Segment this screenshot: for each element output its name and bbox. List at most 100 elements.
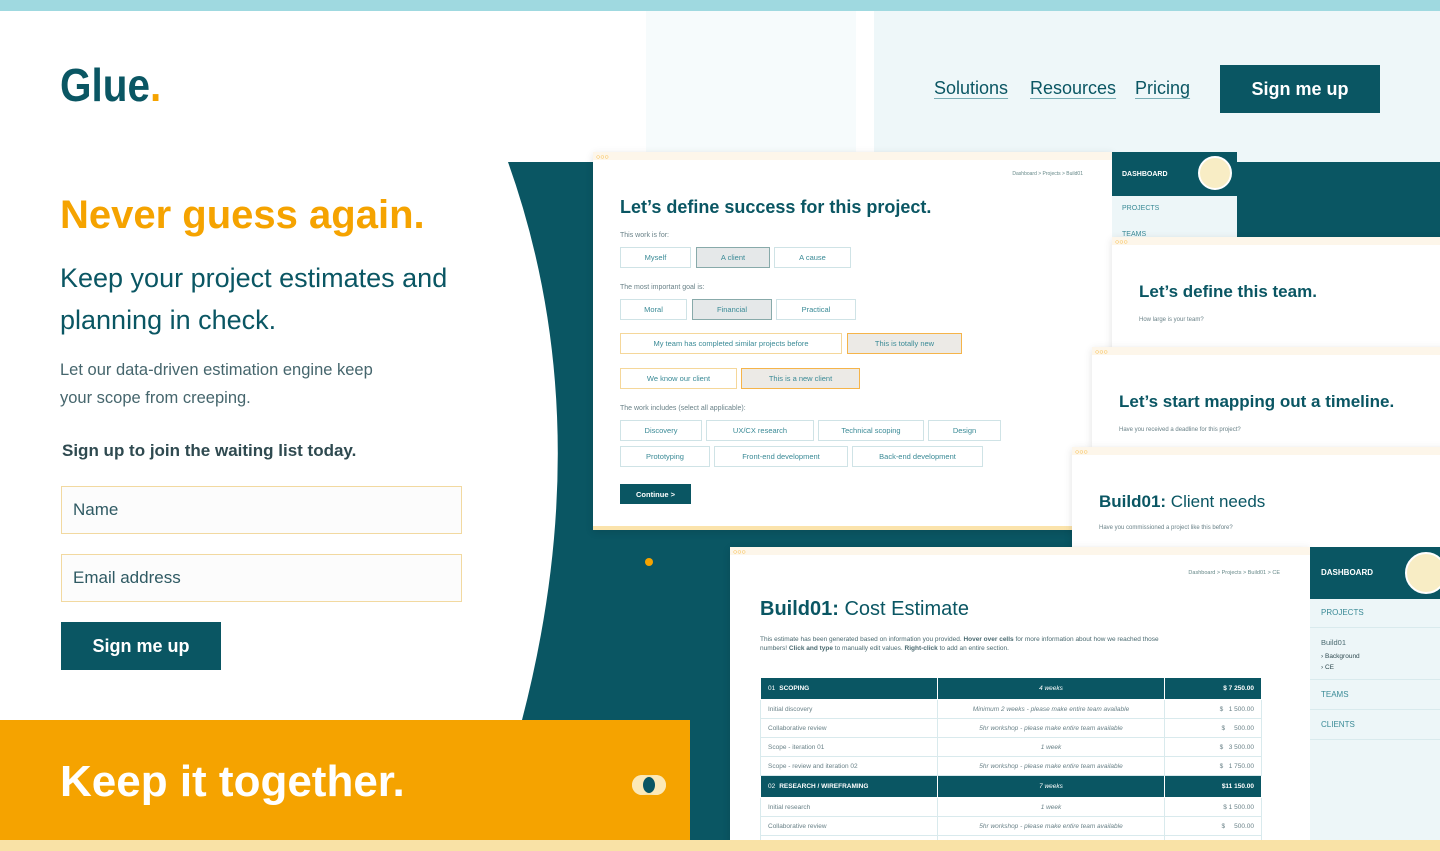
window-bar <box>1112 237 1440 245</box>
sidebar-subitem[interactable]: › CE <box>1321 664 1334 671</box>
decorative-dot <box>645 558 653 566</box>
desc-text: to manually edit values. <box>832 645 905 652</box>
duration-cell[interactable]: 7 weeks <box>937 775 1165 798</box>
cost-cell[interactable]: $11 150.00 <box>1164 775 1262 798</box>
continue-button[interactable]: Continue > <box>620 484 691 504</box>
question-label: The work includes (select all applicable… <box>620 405 746 412</box>
option-button[interactable]: Back-end development <box>852 446 983 467</box>
duration-cell[interactable]: Minimum 2 weeks - please make entire tea… <box>937 699 1165 719</box>
window-dots-icon: ○○○ <box>1115 239 1128 246</box>
logo[interactable]: Glue. <box>60 58 161 112</box>
option-button[interactable]: Prototyping <box>620 446 710 467</box>
logo-text: Glue <box>60 59 150 111</box>
section-number: 01 <box>768 685 776 692</box>
task-cell[interactable]: Initial discovery <box>760 699 938 719</box>
cost-cell[interactable]: $ 3 500.00 <box>1164 737 1262 757</box>
dashboard-sidebar-mockup: DASHBOARD PROJECTS TEAMS <box>1112 152 1237 246</box>
sidebar-subitem-label: Background <box>1324 653 1360 660</box>
breadcrumb: Dashboard > Projects > Build01 > CE <box>1188 570 1280 576</box>
table-row[interactable]: Scope - iteration 01 1 week $ 3 500.00 <box>760 737 1262 757</box>
option-button[interactable]: My team has completed similar projects b… <box>620 333 842 354</box>
option-button[interactable]: This is a new client <box>741 368 860 389</box>
timeline-mockup: ○○○ Let’s start mapping out a timeline. … <box>1092 347 1440 447</box>
option-button[interactable]: We know our client <box>620 368 737 389</box>
glue-logo-icon <box>632 775 666 795</box>
table-row[interactable]: Initial research 1 week $ 1 500.00 <box>760 797 1262 817</box>
sidebar-item-projects[interactable]: PROJECTS <box>1122 205 1159 212</box>
breadcrumb: Dashboard > Projects > Build01 <box>1012 171 1083 177</box>
table-section-header[interactable]: 02 RESEARCH / WIREFRAMING 7 weeks $11 150.0… <box>760 775 1262 798</box>
nav-solutions-link[interactable]: Solutions <box>934 78 1008 99</box>
option-button[interactable]: UX/CX research <box>706 420 814 441</box>
mockup-title: Build01: Cost Estimate <box>760 598 969 621</box>
divider <box>1310 679 1440 680</box>
estimate-description: This estimate has been generated based o… <box>760 635 1180 653</box>
option-button[interactable]: This is totally new <box>847 333 962 354</box>
task-cell[interactable]: Collaborative review <box>760 718 938 738</box>
dashboard-sidebar-mockup: DASHBOARD PROJECTS Build01 › Background … <box>1310 547 1440 851</box>
mockup-title-rest: Client needs <box>1166 492 1266 511</box>
task-cell[interactable]: 01 SCOPING <box>760 677 938 700</box>
option-button[interactable]: Discovery <box>620 420 702 441</box>
option-button[interactable]: Design <box>928 420 1001 441</box>
option-button[interactable]: Practical <box>776 299 856 320</box>
hero-body: Let our data-driven estimation engine ke… <box>60 361 373 407</box>
duration-cell[interactable]: 5hr workshop - please make entire team a… <box>937 816 1165 836</box>
logo-dot: . <box>149 59 162 111</box>
desc-bold: Right-click <box>904 645 938 652</box>
window-dots-icon: ○○○ <box>1095 349 1108 356</box>
cost-cell[interactable]: $ 500.00 <box>1164 816 1262 836</box>
task-cell[interactable]: Collaborative review <box>760 816 938 836</box>
cost-cell[interactable]: $ 1 750.00 <box>1164 756 1262 776</box>
option-button[interactable]: Myself <box>620 247 691 268</box>
task-cell[interactable]: Scope - iteration 01 <box>760 737 938 757</box>
table-section-header[interactable]: 01 SCOPING 4 weeks $ 7 250.00 <box>760 677 1262 700</box>
sidebar-subitem[interactable]: › Background <box>1321 653 1360 660</box>
desc-bold: Click and type <box>788 645 833 652</box>
mockup-title-bold: Build01: <box>760 598 839 620</box>
form-signup-button[interactable]: Sign me up <box>61 622 221 670</box>
option-button[interactable]: Front-end development <box>714 446 848 467</box>
mockup-title-bold: Build01: <box>1099 492 1167 511</box>
email-field[interactable]: Email address <box>61 554 462 602</box>
duration-cell[interactable]: 4 weeks <box>937 677 1165 700</box>
client-needs-mockup: ○○○ Build01: Client needs Have you commi… <box>1072 447 1440 552</box>
table-row[interactable]: Scope - review and iteration 02 5hr works… <box>760 756 1262 776</box>
table-row[interactable]: Collaborative review 5hr workshop - pleas… <box>760 816 1262 836</box>
table-row[interactable]: Initial discovery Minimum 2 weeks - pleas… <box>760 699 1262 719</box>
sidebar-item-projects[interactable]: PROJECTS <box>1321 608 1364 617</box>
nav-pricing-link[interactable]: Pricing <box>1135 78 1190 99</box>
avatar <box>1405 552 1440 594</box>
duration-cell[interactable]: 1 week <box>937 737 1165 757</box>
section-number: 02 <box>768 783 776 790</box>
sidebar-item-teams[interactable]: TEAMS <box>1321 690 1349 699</box>
card-bottom-accent <box>593 526 1113 530</box>
option-button[interactable]: Moral <box>620 299 687 320</box>
divider <box>1310 739 1440 740</box>
option-button[interactable]: A cause <box>774 247 851 268</box>
cost-cell[interactable]: $ 1 500.00 <box>1164 699 1262 719</box>
duration-cell[interactable]: 5hr workshop - please make entire team a… <box>937 718 1165 738</box>
window-bar <box>1092 347 1440 355</box>
option-button[interactable]: Financial <box>692 299 772 320</box>
question-label: This work is for: <box>620 232 670 239</box>
duration-cell[interactable]: 1 week <box>937 797 1165 817</box>
cost-cell[interactable]: $ 1 500.00 <box>1164 797 1262 817</box>
option-button[interactable]: A client <box>696 247 770 268</box>
sidebar-subitem-label: CE <box>1324 664 1335 671</box>
name-field[interactable]: Name <box>61 486 462 534</box>
task-cell[interactable]: Initial research <box>760 797 938 817</box>
sidebar-item-clients[interactable]: CLIENTS <box>1321 720 1355 729</box>
task-cell[interactable]: Scope - review and iteration 02 <box>760 756 938 776</box>
nav-resources-link[interactable]: Resources <box>1030 78 1116 99</box>
sidebar-item-project[interactable]: Build01 <box>1321 638 1346 647</box>
duration-cell[interactable]: 5hr workshop - please make entire team a… <box>937 756 1165 776</box>
dashboard-title: DASHBOARD <box>1122 171 1168 178</box>
header-signup-button[interactable]: Sign me up <box>1220 65 1380 113</box>
table-row[interactable]: Collaborative review 5hr workshop - pleas… <box>760 718 1262 738</box>
cost-cell[interactable]: $ 7 250.00 <box>1164 677 1262 700</box>
question-label: Have you commissioned a project like thi… <box>1099 525 1233 531</box>
task-cell[interactable]: 02 RESEARCH / WIREFRAMING <box>760 775 938 798</box>
cost-cell[interactable]: $ 500.00 <box>1164 718 1262 738</box>
option-button[interactable]: Technical scoping <box>818 420 924 441</box>
